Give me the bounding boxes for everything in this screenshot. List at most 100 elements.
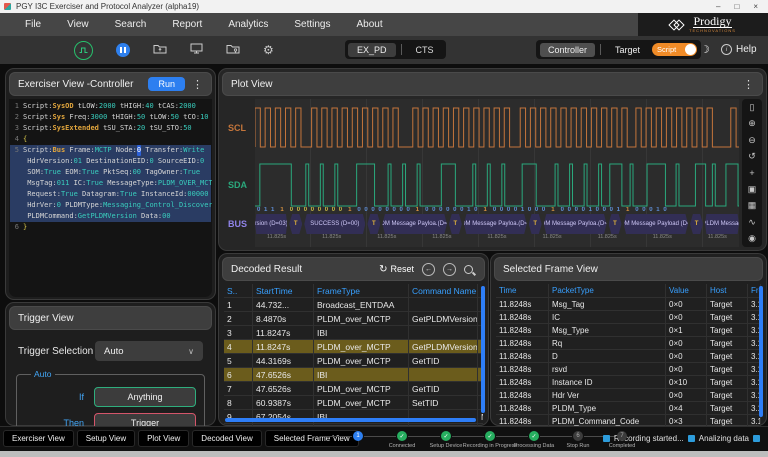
plot-tool-icon[interactable]: + bbox=[749, 169, 754, 178]
plot-tool-icon[interactable]: ∿ bbox=[748, 218, 756, 227]
plot-tool-icon[interactable]: ↺ bbox=[748, 152, 756, 161]
anything-button[interactable]: Anything bbox=[94, 387, 196, 407]
plot-tool-icon[interactable]: ⊕ bbox=[748, 119, 756, 128]
menu-item[interactable]: Report bbox=[159, 19, 215, 30]
table-row[interactable]: 11.8248s Rq 0×0 Target 3.13MHz bbox=[496, 337, 761, 350]
progress-step: ✓ Processing Data bbox=[512, 431, 556, 449]
script-toggle[interactable]: Script bbox=[652, 43, 697, 56]
pause-icon[interactable] bbox=[116, 43, 130, 57]
bus-frame[interactable]: SUCCESS (D=00) bbox=[304, 214, 365, 234]
table-row[interactable]: 11.8248s Hdr Ver 0×0 Target 3.13MHz bbox=[496, 389, 761, 402]
bit-group: 0 0 0 0 1 0 0 0 1 bbox=[561, 207, 620, 213]
bus-frame[interactable]: T bbox=[690, 214, 703, 234]
save-folder-icon[interactable] bbox=[153, 41, 167, 59]
exerciser-view-panel: Exerciser View -Controller Run ⋮ 1Script… bbox=[5, 68, 216, 300]
plot-tool-icon[interactable]: ▯ bbox=[750, 103, 755, 112]
table-row[interactable]: 7 47.6526s PLDM_over_MCTP GetTID None bbox=[224, 382, 483, 396]
table-row[interactable]: 11.8248s D 0×0 Target 3.13MHz bbox=[496, 350, 761, 363]
display-icon[interactable] bbox=[190, 41, 203, 59]
minimize-button[interactable]: – bbox=[716, 2, 720, 11]
help-button[interactable]: i Help bbox=[721, 44, 757, 55]
bus-frame[interactable]: T bbox=[529, 214, 542, 234]
mode-switcher: EX_PD CTS bbox=[345, 40, 446, 59]
bus-frame[interactable]: PLDM Message Payloa.(D=03) bbox=[382, 214, 447, 234]
plot-tool-icon[interactable]: ⊖ bbox=[748, 136, 756, 145]
step-label: Recording in Progress bbox=[463, 443, 517, 449]
plot-panel-title: Plot View bbox=[231, 79, 273, 90]
menu-item[interactable]: Analytics bbox=[215, 19, 281, 30]
script-editor[interactable]: 1Script:SysOD tLOW:2000 tHIGH:40 tCAS:20… bbox=[9, 99, 212, 297]
bus-frame[interactable]: PLDM Message Payloa.(D=02) bbox=[464, 214, 527, 234]
bus-frame[interactable]: T bbox=[449, 214, 462, 234]
chevron-down-icon: ∨ bbox=[188, 347, 194, 356]
waveform-area[interactable]: 0 1 110 0 0 0 0 0 0 010 0 0 0 0 0 0 010 … bbox=[255, 99, 739, 247]
bus-frame[interactable]: PLDM Messag bbox=[705, 214, 739, 234]
trigger-panel-title: Trigger View bbox=[18, 313, 74, 324]
progress-step: 6 Stop Run bbox=[556, 431, 600, 449]
controller-button[interactable]: Controller bbox=[540, 43, 595, 57]
menu-item[interactable]: Settings bbox=[281, 19, 343, 30]
bottom-tab[interactable]: Decoded View bbox=[192, 430, 261, 447]
table-row[interactable]: 8 60.9387s PLDM_over_MCTP SetTID None bbox=[224, 396, 483, 410]
settings-gear-icon[interactable]: ⚙ bbox=[263, 44, 274, 56]
bit-group: 1 bbox=[484, 207, 487, 213]
search-icon[interactable] bbox=[464, 265, 473, 274]
table-row[interactable]: 4 11.8247s PLDM_over_MCTP GetPLDMVersion… bbox=[224, 340, 483, 354]
menu-item[interactable]: Search bbox=[102, 19, 160, 30]
table-row[interactable]: 2 8.4870s PLDM_over_MCTP GetPLDMVersion … bbox=[224, 312, 483, 326]
target-button[interactable]: Target bbox=[606, 45, 649, 55]
selected-frame-table-header: Time PacketType Value Host Frequency bbox=[496, 284, 761, 298]
window-bottom-edge bbox=[0, 451, 768, 457]
vertical-scrollbar[interactable] bbox=[759, 286, 763, 417]
step-dot: 1 bbox=[353, 431, 363, 441]
plot-panel-header: Plot View ⋮ bbox=[222, 72, 763, 96]
table-row[interactable]: 11.8248s Instance ID 0×10 Target 3.13MHz bbox=[496, 376, 761, 389]
table-row[interactable]: 11.8248s PLDM_Type 0×4 Target 3.13MHz bbox=[496, 402, 761, 415]
bus-frame[interactable]: PLDM Message Payloa.(D=10) bbox=[544, 214, 607, 234]
kebab-menu-icon[interactable]: ⋮ bbox=[743, 78, 754, 91]
table-row[interactable]: 5 44.3169s PLDM_over_MCTP GetTID None bbox=[224, 354, 483, 368]
bus-frame[interactable]: T bbox=[289, 214, 302, 234]
project-folder-icon[interactable] bbox=[226, 41, 240, 59]
bus-frame[interactable]: PLDM Message Payload (D=11) bbox=[624, 214, 689, 234]
table-row[interactable]: 11.8248s rsvd 0×0 Target 3.13MHz bbox=[496, 363, 761, 376]
ex-pd-button[interactable]: EX_PD bbox=[348, 43, 396, 57]
next-frame-button[interactable]: → bbox=[443, 263, 456, 276]
dark-mode-icon[interactable]: ☽ bbox=[700, 43, 710, 56]
table-row[interactable]: 11.8248s Msg_Tag 0×0 Target 3.13MHz bbox=[496, 298, 761, 311]
table-row[interactable]: 11.8248s IC 0×0 Target 3.13MHz bbox=[496, 311, 761, 324]
close-button[interactable]: × bbox=[753, 2, 758, 11]
table-row[interactable]: 6 47.6526s IBI None bbox=[224, 368, 483, 382]
bus-frame[interactable]: T bbox=[609, 214, 622, 234]
bottom-tab[interactable]: Plot View bbox=[138, 430, 189, 447]
trigger-selection-dropdown[interactable]: Auto ∨ bbox=[95, 341, 203, 361]
menu-item[interactable]: View bbox=[54, 19, 102, 30]
table-row[interactable]: 11.8248s Msg_Type 0×1 Target 3.13MHz bbox=[496, 324, 761, 337]
bus-frame[interactable]: rsion (D=03) bbox=[255, 214, 287, 234]
time-tick: 11.825s bbox=[542, 234, 561, 243]
run-button[interactable]: Run bbox=[148, 77, 185, 91]
plot-tool-icon[interactable]: ▦ bbox=[748, 201, 757, 210]
bottom-tab[interactable]: Setup View bbox=[77, 430, 135, 447]
info-icon: i bbox=[721, 44, 732, 55]
toolbar: ⚙ EX_PD CTS Controller Target Script ☽ i… bbox=[0, 36, 768, 64]
table-row[interactable]: 1 44.732... Broadcast_ENTDAA None bbox=[224, 298, 483, 312]
bus-frame[interactable]: T bbox=[367, 214, 380, 234]
reset-button[interactable]: ↻ Reset bbox=[379, 264, 414, 275]
step-label: Completed bbox=[609, 443, 636, 449]
exerciser-run-icon[interactable] bbox=[74, 41, 93, 60]
cts-button[interactable]: CTS bbox=[407, 45, 443, 55]
vertical-scrollbar[interactable] bbox=[481, 286, 485, 413]
table-row[interactable]: 3 11.8247s IBI None bbox=[224, 326, 483, 340]
maximize-button[interactable]: □ bbox=[734, 2, 739, 11]
exerciser-panel-header: Exerciser View -Controller Run ⋮ bbox=[9, 72, 212, 96]
plot-tool-icon[interactable]: ▣ bbox=[748, 185, 757, 194]
menu-item[interactable]: File bbox=[12, 19, 54, 30]
horizontal-scrollbar[interactable] bbox=[225, 418, 476, 422]
plot-tool-icon[interactable]: ◉ bbox=[748, 234, 756, 243]
signal-labels: SCL SDA BUS bbox=[223, 99, 255, 247]
bottom-tab[interactable]: Exerciser View bbox=[3, 430, 74, 447]
menu-item[interactable]: About bbox=[343, 19, 395, 30]
kebab-menu-icon[interactable]: ⋮ bbox=[192, 78, 203, 91]
prev-frame-button[interactable]: ← bbox=[422, 263, 435, 276]
